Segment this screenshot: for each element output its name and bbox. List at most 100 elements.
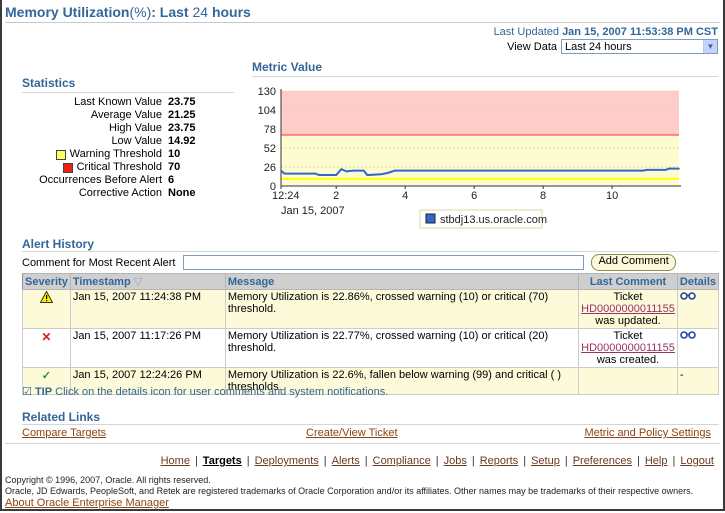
column-details[interactable]: Details [676,273,720,290]
comment-suffix: was updated. [595,315,661,327]
x-tick-label: 12:24 [272,190,300,202]
nav-separator: | [672,455,676,467]
details-glasses-icon[interactable] [680,291,696,303]
data-point [283,172,286,175]
data-point [668,167,670,170]
column-timestamp-label: Timestamp [72,276,131,288]
message-cell: Memory Utilization is 22.86%, crossed wa… [224,289,580,329]
stat-label: Occurrences Before Alert [22,174,168,187]
nav-separator: | [364,455,368,467]
ticket-link[interactable]: HD0000000011155 [581,342,675,354]
column-severity[interactable]: Severity [22,273,71,290]
add-comment-button[interactable]: Add Comment [591,254,676,271]
sort-descending-icon[interactable]: ▽ [134,276,142,288]
statistics-rows: Last Known Value 23.75 Average Value 21.25 H… [22,96,234,200]
footer-nav-preferences[interactable]: Preferences [573,455,632,467]
clear-checkmark-icon: ✓ [41,370,52,382]
last-updated-label: Last Updated [493,26,563,38]
y-tick-label: 52 [264,143,276,155]
stat-value: 21.25 [168,109,196,121]
footer-nav-alerts[interactable]: Alerts [332,455,360,467]
footer-nav-jobs[interactable]: Jobs [444,455,467,467]
footer-nav-compliance[interactable]: Compliance [373,455,431,467]
tip-label: TIP [34,386,53,398]
table-header-row: Severity Timestamp ▽ Message Last Commen… [22,273,720,290]
tip-text: Click on the details icon for user comme… [52,386,389,398]
timestamp-cell: Jan 15, 2007 11:17:26 PM [69,328,226,368]
details-cell [676,289,720,329]
nav-separator: | [637,455,640,467]
chevron-down-icon[interactable]: ▼ [703,40,717,53]
alert-history-title: Alert History [22,237,95,251]
statistics-panel: Statistics Last Known Value 23.75 Average … [22,76,234,200]
data-point [366,174,369,176]
column-message[interactable]: Message [224,273,580,290]
data-point [645,169,648,171]
last-updated: Last Updated Jan 15, 2007 11:53:38 PM CS… [494,26,718,38]
title-range-suffix: hours [208,4,251,20]
band-critical [281,91,679,135]
view-data-label: View Data [507,40,557,53]
create-view-ticket-link[interactable]: Create/View Ticket [306,427,398,439]
column-last-comment[interactable]: Last Comment [578,273,678,290]
severity-cell [22,289,71,329]
alert-history-divider [22,251,719,252]
data-point [664,169,667,171]
data-point [362,169,365,172]
footer-nav-home[interactable]: Home [161,455,190,467]
stat-row: Last Known Value 23.75 [22,96,234,109]
footer-nav-help[interactable]: Help [645,455,668,467]
details-cell [676,328,720,368]
stat-label: Low Value [22,135,168,148]
legend-label: stbdj13.us.oracle.com [440,214,547,226]
stat-row: Occurrences Before Alert 6 [22,174,234,187]
footer-nav-setup[interactable]: Setup [531,455,560,467]
legend-swatch-icon [425,213,436,224]
comment-row: Comment for Most Recent Alert Add Commen… [22,254,719,271]
stat-row: Average Value 21.25 [22,109,234,122]
view-data-selected-value: Last 24 hours [565,40,632,53]
footer-nav-reports[interactable]: Reports [480,455,519,467]
alert-history-table: Severity Timestamp ▽ Message Last Commen… [22,273,720,395]
stat-value: 23.75 [168,122,196,134]
stat-value: 70 [168,161,181,173]
nav-separator: | [194,455,198,467]
stat-value: 10 [168,148,181,160]
statistics-divider [22,92,234,93]
stat-value: 23.75 [168,96,196,108]
metric-chart-panel: Metric Value 0 26 52 78 104 130 12:24 2 4 6 8 10 Jan… [252,60,718,235]
stat-label-text: Low Value [111,135,162,147]
title-unit: (%) [129,4,152,20]
about-link[interactable]: About Oracle Enterprise Manager [5,497,169,509]
data-point [345,170,348,173]
comment-input[interactable] [183,255,585,270]
band-warning [281,134,679,179]
chart-title: Metric Value [252,60,323,74]
view-data-select[interactable]: Last 24 hours ▼ [561,39,718,54]
stat-label: Average Value [22,109,168,122]
timestamp-cell: Jan 15, 2007 11:24:38 PM [69,289,226,329]
critical-x-icon: ✕ [41,330,52,344]
nav-separator: | [564,455,568,467]
x-tick-label: 10 [606,190,618,202]
message-cell: Memory Utilization is 22.77%, crossed wa… [224,328,580,368]
column-timestamp[interactable]: Timestamp ▽ [69,273,226,290]
stat-label-text: Critical Threshold [76,161,162,173]
footer-nav-logout[interactable]: Logout [680,455,714,467]
data-point [678,167,680,170]
stat-value: None [168,187,196,199]
title-range-number: 24 [192,4,209,20]
critical-swatch-icon [62,162,73,173]
x-tick-label: 6 [471,190,477,202]
tip: ☑ TIP Click on the details icon for user… [22,385,388,398]
metric-policy-settings-link[interactable]: Metric and Policy Settings [584,427,711,439]
x-axis-date-label: Jan 15, 2007 [281,205,345,217]
trademark-text: Oracle, JD Edwards, PeopleSoft, and Rete… [5,486,694,496]
ticket-link[interactable]: HD0000000011155 [581,303,675,315]
compare-targets-link[interactable]: Compare Targets [22,427,106,439]
footer-nav-deployments[interactable]: Deployments [255,455,319,467]
x-tick-label: 4 [402,190,408,202]
footer-nav-targets[interactable]: Targets [203,455,242,467]
details-glasses-icon[interactable] [680,330,696,342]
stat-row: High Value 23.75 [22,122,234,135]
